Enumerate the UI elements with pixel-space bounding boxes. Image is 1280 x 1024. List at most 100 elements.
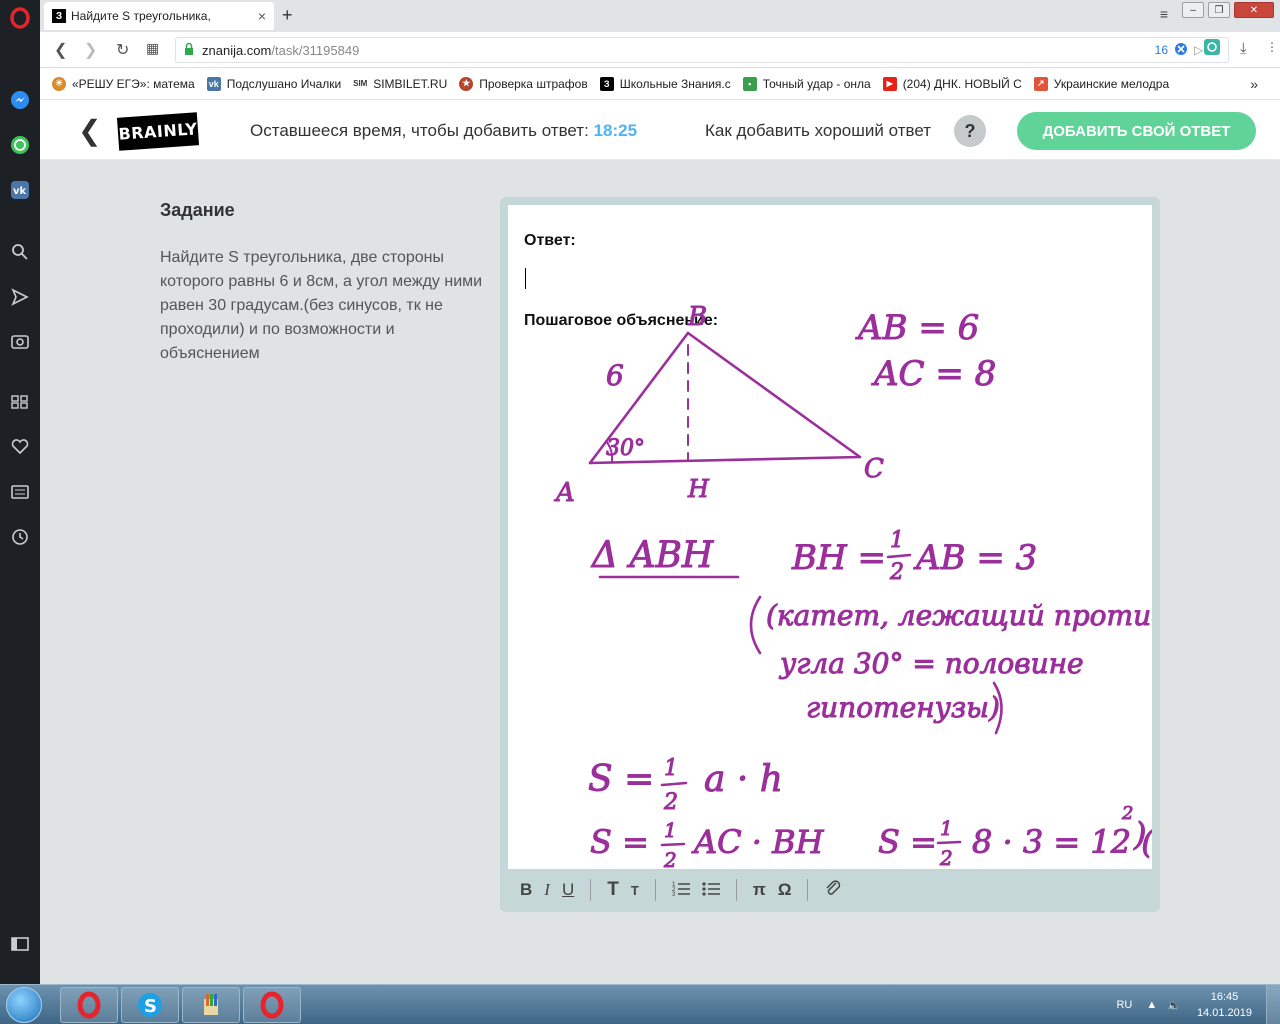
bookmark-item[interactable]: SIM SIMBILET.RU xyxy=(353,76,447,91)
speed-dial-icon[interactable] xyxy=(8,390,32,414)
formula1-right: a · h xyxy=(704,759,783,800)
grid-icon: ▪ xyxy=(742,76,757,91)
answer-panel: Ответ: Пошаговое объяснение: B A C H 6 3… xyxy=(500,197,1160,912)
bh-right: AB = 3 xyxy=(913,538,1037,578)
note-line-2: угла 30° = половине xyxy=(778,647,1084,680)
volume-icon[interactable]: 🔈 xyxy=(1167,999,1181,1012)
url-path: /task/31195849 xyxy=(271,42,360,58)
taskbar-opera-icon[interactable] xyxy=(60,987,118,1023)
adblock-count: 16 xyxy=(1154,43,1168,57)
share-icon[interactable]: ▷ xyxy=(1194,43,1203,57)
chart-icon: ↗ xyxy=(1033,76,1048,91)
formula3-close: ) xyxy=(1133,815,1146,853)
back-icon[interactable]: ❮ xyxy=(54,40,67,60)
bold-button[interactable]: B xyxy=(520,880,532,900)
time-value: 18:25 xyxy=(593,121,638,140)
italic-button[interactable]: I xyxy=(544,880,550,900)
tab-close-icon[interactable]: × xyxy=(258,8,266,24)
tab-active[interactable]: З Найдите S треугольника, × xyxy=(44,2,274,30)
sidebar-toggle-icon[interactable] xyxy=(8,932,32,956)
brainly-logo[interactable]: BRAINLY xyxy=(116,112,200,151)
bookmark-item[interactable]: ★ Проверка штрафов xyxy=(459,76,588,91)
send-icon[interactable] xyxy=(8,285,32,309)
note-line-1: (катет, лежащий против xyxy=(766,599,1152,632)
task-text: Найдите S треугольника, две стороны кото… xyxy=(160,249,483,362)
vk-icon: vk xyxy=(206,76,221,91)
close-window-button[interactable]: ✕ xyxy=(1234,2,1274,18)
attachment-icon[interactable] xyxy=(824,879,842,901)
vertex-c-label: C xyxy=(864,454,884,484)
note-open-paren xyxy=(749,595,762,655)
history-icon[interactable] xyxy=(8,525,32,549)
underline-button[interactable]: U xyxy=(562,880,574,900)
bullet-list-icon[interactable] xyxy=(702,880,720,901)
taskbar-opera-active-icon[interactable] xyxy=(243,987,301,1023)
whatsapp-icon[interactable] xyxy=(8,133,32,157)
url-field[interactable]: znanija.com/task/31195849 16 ▷ ♡ xyxy=(175,37,1229,63)
toolbar-divider xyxy=(654,879,656,901)
formula1-num: 1 xyxy=(664,756,678,781)
restore-button[interactable]: ❐ xyxy=(1208,2,1230,18)
url-host: znanija.com xyxy=(202,42,272,58)
half-numerator: 1 xyxy=(890,528,904,553)
youtube-icon: ▶ xyxy=(882,76,897,91)
add-answer-button[interactable]: ДОБАВИТЬ СВОЙ ОТВЕТ xyxy=(1017,112,1256,150)
handwritten-solution-image: B A C H 6 30° AB = 6 AC = 8 Δ ABH BH = 1… xyxy=(554,302,1153,870)
clock[interactable]: 16:45 14.01.2019 xyxy=(1197,989,1252,1021)
side-ab-label: 6 xyxy=(606,359,624,392)
bookmark-item[interactable]: ▶ (204) ДНК. НОВЫЙ С xyxy=(882,76,1022,91)
start-button[interactable] xyxy=(6,987,42,1023)
ac-equation: AC = 8 xyxy=(871,354,996,394)
pi-button[interactable]: π xyxy=(753,880,766,900)
formula2-right: AC · BH xyxy=(691,823,825,861)
messenger-icon[interactable] xyxy=(8,88,32,112)
vertex-a-label: A xyxy=(554,478,575,508)
heading-small-button[interactable]: T xyxy=(631,883,639,898)
tabs-grid-icon[interactable]: ▦ xyxy=(146,40,159,57)
triangle-side-bc xyxy=(686,331,862,459)
adblock-icon[interactable] xyxy=(1174,42,1188,59)
ordered-list-icon[interactable]: 123 xyxy=(672,880,690,901)
ab-equation: AB = 6 xyxy=(855,308,979,348)
half-denominator: 2 xyxy=(889,560,904,585)
angle-label: 30° xyxy=(606,436,645,461)
taskbar-paint-icon[interactable] xyxy=(182,987,240,1023)
minimize-button[interactable]: – xyxy=(1182,2,1204,18)
new-tab-icon[interactable]: + xyxy=(282,5,293,26)
news-icon[interactable] xyxy=(8,480,32,504)
brainly-header: ❮ BRAINLY Оставшееся время, чтобы добави… xyxy=(40,100,1280,160)
bookmark-item[interactable]: З Школьные Знания.с xyxy=(599,76,731,91)
reload-icon[interactable]: ↻ xyxy=(116,40,129,60)
bookmark-item[interactable]: ☀ «РЕШУ ЕГЭ»: матема xyxy=(52,76,195,91)
heading-large-button[interactable]: T xyxy=(607,879,619,901)
vk-icon[interactable]: vk xyxy=(8,178,32,202)
emblem-icon: ★ xyxy=(459,76,474,91)
formula3-right: 8 · 3 = 12 (см xyxy=(972,823,1152,861)
opera-logo-icon[interactable] xyxy=(8,6,32,30)
heart-icon[interactable] xyxy=(8,435,32,459)
clock-time: 16:45 xyxy=(1210,991,1239,1003)
taskbar-skype-icon[interactable]: S xyxy=(121,987,179,1023)
tab-menu-icon[interactable]: ≡ xyxy=(1160,6,1168,22)
show-desktop-button[interactable] xyxy=(1266,985,1280,1024)
triangle-name: Δ ABH xyxy=(590,535,714,576)
answer-editor[interactable]: Ответ: Пошаговое объяснение: B A C H 6 3… xyxy=(508,205,1152,869)
search-icon[interactable] xyxy=(8,240,32,264)
download-icon[interactable]: ⤓ xyxy=(1240,40,1247,57)
vpn-icon[interactable] xyxy=(1203,38,1221,61)
formula1-den: 2 xyxy=(663,790,678,815)
tray-arrow-icon[interactable]: ▲ xyxy=(1146,999,1157,1011)
help-icon[interactable]: ? xyxy=(954,115,986,147)
back-chevron-icon[interactable]: ❮ xyxy=(78,114,101,147)
camera-icon[interactable] xyxy=(8,329,32,353)
toolbar-divider xyxy=(735,879,737,901)
omega-button[interactable]: Ω xyxy=(778,880,792,900)
menu-icon[interactable]: ⋮ xyxy=(1266,40,1278,54)
howto-link[interactable]: Как добавить хороший ответ xyxy=(705,121,931,141)
bookmark-item[interactable]: ▪ Точный удар - онла xyxy=(742,76,871,91)
bookmarks-more-icon[interactable]: » xyxy=(1250,76,1258,92)
bookmark-item[interactable]: ↗ Украинские мелодра xyxy=(1033,76,1169,91)
bookmark-item[interactable]: vk Подслушано Ичалки xyxy=(206,76,341,91)
language-indicator[interactable]: RU xyxy=(1116,999,1132,1011)
forward-icon[interactable]: ❯ xyxy=(84,40,97,60)
